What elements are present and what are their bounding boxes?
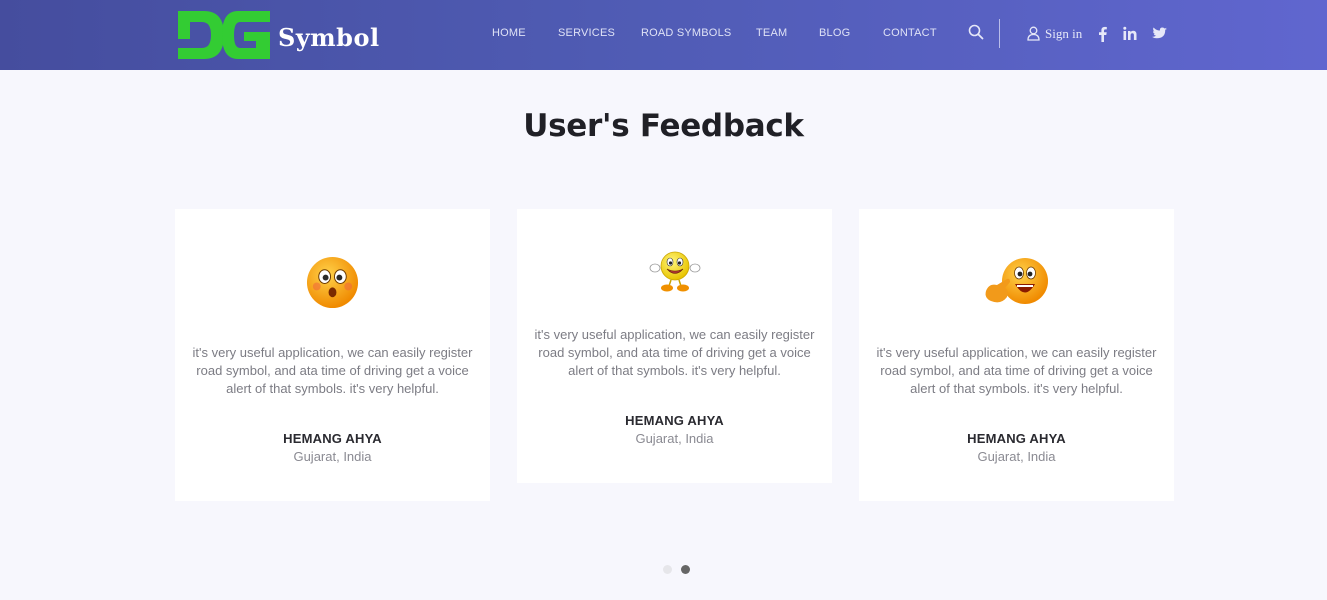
twitter-icon[interactable] [1152,26,1167,42]
brand-name: Symbol [278,23,380,52]
sign-in-label: Sign in [1045,26,1083,41]
happy-waving-face-icon [649,251,701,292]
facebook-icon[interactable] [1098,26,1107,42]
testimonial-card: it's very useful application, we can eas… [175,209,490,501]
testimonial-quote: it's very useful application, we can eas… [534,327,815,378]
testimonial-card: it's very useful application, we can eas… [517,209,832,483]
search-icon[interactable] [968,24,984,40]
carousel-dot-1[interactable] [663,565,672,574]
nav-item-home[interactable]: HOME [492,27,526,39]
section-title: User's Feedback [523,108,804,144]
laughing-face-icon [985,258,1048,304]
testimonial-author: HEMANG AHYA [625,413,724,428]
nav-item-road-symbols[interactable]: ROAD SYMBOLS [641,27,731,39]
testimonial-location: Gujarat, India [635,431,714,446]
testimonial-card: it's very useful application, we can eas… [859,209,1174,501]
user-icon [1027,26,1040,41]
nav-item-services[interactable]: SERVICES [558,27,615,39]
nav-item-blog[interactable]: BLOG [819,27,850,39]
testimonial-quote: it's very useful application, we can eas… [876,345,1157,396]
testimonial-location: Gujarat, India [293,449,372,464]
carousel-dot-2[interactable] [681,565,690,574]
testimonial-author: HEMANG AHYA [283,431,382,446]
nav-item-team[interactable]: TEAM [756,27,787,39]
linkedin-icon[interactable] [1123,26,1137,42]
nav-item-contact[interactable]: CONTACT [883,27,937,39]
dg-logo-mark [178,11,270,59]
shocked-face-icon [306,256,359,309]
site-header: Symbol HOME SERVICES ROAD SYMBOLS TEAM B… [0,0,1327,70]
testimonial-location: Gujarat, India [977,449,1056,464]
header-divider [999,19,1000,48]
testimonial-author: HEMANG AHYA [967,431,1066,446]
testimonial-quote: it's very useful application, we can eas… [192,345,473,396]
